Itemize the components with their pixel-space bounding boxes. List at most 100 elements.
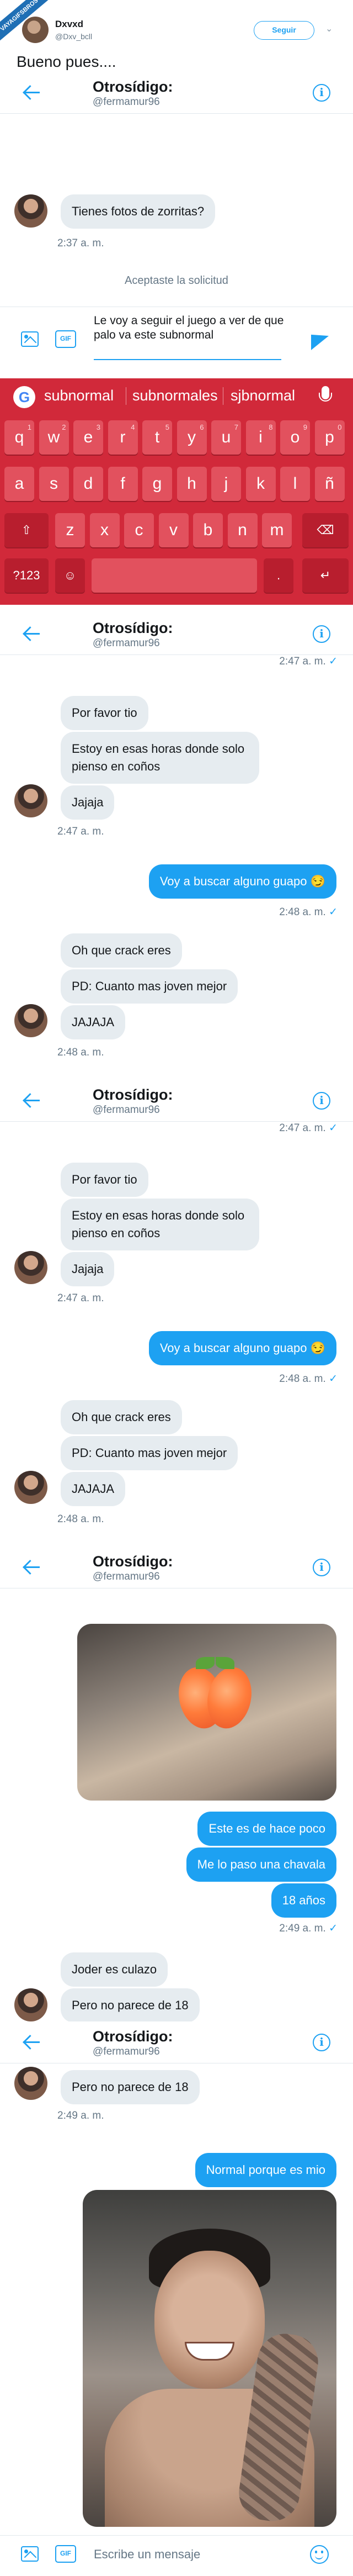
key[interactable]: p0: [314, 420, 345, 455]
key[interactable]: i8: [245, 420, 276, 455]
key[interactable]: t5: [142, 420, 172, 455]
suggestion-1[interactable]: subnormal: [44, 387, 114, 404]
gif-icon[interactable]: GIF: [55, 2545, 76, 2563]
info-icon[interactable]: i: [313, 1092, 330, 1110]
chat-handle: @fermamur96: [93, 96, 160, 108]
message-bubble-in[interactable]: PD: Cuanto mas joven mejor: [61, 969, 238, 1004]
key[interactable]: d: [73, 467, 103, 501]
info-icon[interactable]: i: [313, 2034, 330, 2051]
avatar[interactable]: [14, 784, 47, 817]
info-icon[interactable]: i: [313, 84, 330, 102]
image-icon[interactable]: [21, 331, 39, 347]
message-bubble-in[interactable]: Jajaja: [61, 785, 115, 820]
gif-icon[interactable]: GIF: [55, 330, 76, 348]
message-bubble-in[interactable]: Estoy en esas horas donde solo pienso en…: [61, 1199, 259, 1250]
divider: [0, 2535, 353, 2536]
key[interactable]: l: [280, 467, 310, 501]
message-bubble-in[interactable]: Pero no parece de 18: [61, 1988, 200, 2023]
backspace-key[interactable]: ⌫: [302, 513, 349, 547]
message-bubble-in[interactable]: Estoy en esas horas donde solo pienso en…: [61, 732, 259, 784]
back-arrow-icon[interactable]: [22, 625, 41, 642]
back-arrow-icon[interactable]: [22, 1092, 41, 1108]
chat-handle: @fermamur96: [93, 637, 160, 649]
avatar[interactable]: [14, 1251, 47, 1284]
message-bubble-out[interactable]: Normal porque es mio: [195, 2153, 336, 2187]
avatar[interactable]: [14, 1988, 47, 2021]
follow-button[interactable]: Seguir: [254, 21, 314, 40]
message-bubble-in[interactable]: Oh que crack eres: [61, 1400, 182, 1434]
info-icon[interactable]: i: [313, 625, 330, 643]
key[interactable]: n: [227, 513, 258, 547]
avatar[interactable]: [14, 1471, 47, 1504]
shared-photo[interactable]: [77, 1624, 336, 1801]
key[interactable]: f: [108, 467, 138, 501]
back-arrow-icon[interactable]: [22, 84, 41, 101]
emoji-icon[interactable]: [310, 2545, 329, 2564]
message-input[interactable]: Escribe un mensaje: [94, 2547, 200, 2562]
message-bubble-out[interactable]: Me lo paso una chavala: [186, 1847, 336, 1882]
key[interactable]: a: [4, 467, 34, 501]
message-bubble-out[interactable]: Este es de hace poco: [197, 1812, 336, 1846]
key[interactable]: r4: [108, 420, 138, 455]
key[interactable]: z: [55, 513, 85, 547]
send-icon[interactable]: [310, 329, 330, 349]
message-bubble-in[interactable]: JAJAJA: [61, 1005, 126, 1039]
author-name[interactable]: Dxvxd: [55, 19, 83, 30]
key[interactable]: u7: [211, 420, 241, 455]
avatar[interactable]: [14, 194, 47, 228]
compose-underline: [94, 359, 281, 360]
key[interactable]: o9: [280, 420, 310, 455]
suggestion-3[interactable]: sjbnormal: [231, 387, 295, 404]
suggestion-2[interactable]: subnormales: [132, 387, 218, 404]
space-key[interactable]: [92, 558, 257, 593]
message-bubble-out[interactable]: 18 años: [271, 1883, 336, 1918]
key[interactable]: h: [176, 467, 207, 501]
chat-name: Otrosídigo:: [93, 1086, 173, 1103]
key[interactable]: ñ: [314, 467, 345, 501]
key[interactable]: k: [245, 467, 276, 501]
chat-header: Otrosídigo: @fermamur96 i: [0, 613, 353, 655]
avatar[interactable]: [14, 2067, 47, 2100]
enter-key[interactable]: ↵: [302, 558, 349, 593]
message-bubble-out[interactable]: Voy a buscar alguno guapo 😏: [148, 1331, 336, 1365]
period-key[interactable]: .: [264, 558, 293, 593]
numbers-key[interactable]: ?123: [4, 558, 49, 593]
google-icon[interactable]: G: [13, 386, 35, 408]
author-handle[interactable]: @Dxv_bcll: [55, 32, 92, 41]
emoji-key[interactable]: ☺: [55, 558, 85, 593]
shared-selfie-photo[interactable]: [83, 2190, 336, 2527]
chevron-down-icon[interactable]: ⌄: [325, 23, 335, 34]
mic-icon[interactable]: [319, 386, 332, 402]
image-icon[interactable]: [21, 2546, 39, 2562]
message-bubble-in[interactable]: Joder es culazo: [61, 1952, 168, 1987]
message-bubble-in[interactable]: Por favor tio: [61, 1163, 148, 1197]
key[interactable]: q1: [4, 420, 34, 455]
message-bubble-out[interactable]: Voy a buscar alguno guapo 😏: [148, 864, 336, 899]
message-bubble-in[interactable]: Pero no parece de 18: [61, 2070, 200, 2104]
back-arrow-icon[interactable]: [22, 2034, 41, 2050]
message-bubble-in[interactable]: Jajaja: [61, 1252, 115, 1286]
message-bubble-in[interactable]: Tienes fotos de zorritas?: [61, 194, 216, 229]
avatar[interactable]: [14, 1004, 47, 1037]
key[interactable]: y6: [176, 420, 207, 455]
author-avatar[interactable]: [22, 17, 49, 43]
message-bubble-in[interactable]: PD: Cuanto mas joven mejor: [61, 1436, 238, 1470]
message-bubble-in[interactable]: Oh que crack eres: [61, 933, 182, 968]
compose-input[interactable]: Le voy a seguir el juego a ver de que pa…: [94, 314, 292, 342]
key[interactable]: b: [193, 513, 223, 547]
message-bubble-in[interactable]: Por favor tio: [61, 696, 148, 730]
key[interactable]: v: [158, 513, 189, 547]
info-icon[interactable]: i: [313, 1559, 330, 1576]
chat-header: Otrosídigo: @fermamur96 i: [0, 1080, 353, 1122]
back-arrow-icon[interactable]: [22, 1559, 41, 1575]
key[interactable]: s: [39, 467, 69, 501]
key[interactable]: x: [89, 513, 120, 547]
key[interactable]: w2: [39, 420, 69, 455]
shift-key[interactable]: ⇧: [4, 513, 49, 547]
key[interactable]: g: [142, 467, 172, 501]
key[interactable]: j: [211, 467, 241, 501]
key[interactable]: c: [124, 513, 154, 547]
key[interactable]: e3: [73, 420, 103, 455]
message-bubble-in[interactable]: JAJAJA: [61, 1472, 126, 1506]
key[interactable]: m: [262, 513, 292, 547]
